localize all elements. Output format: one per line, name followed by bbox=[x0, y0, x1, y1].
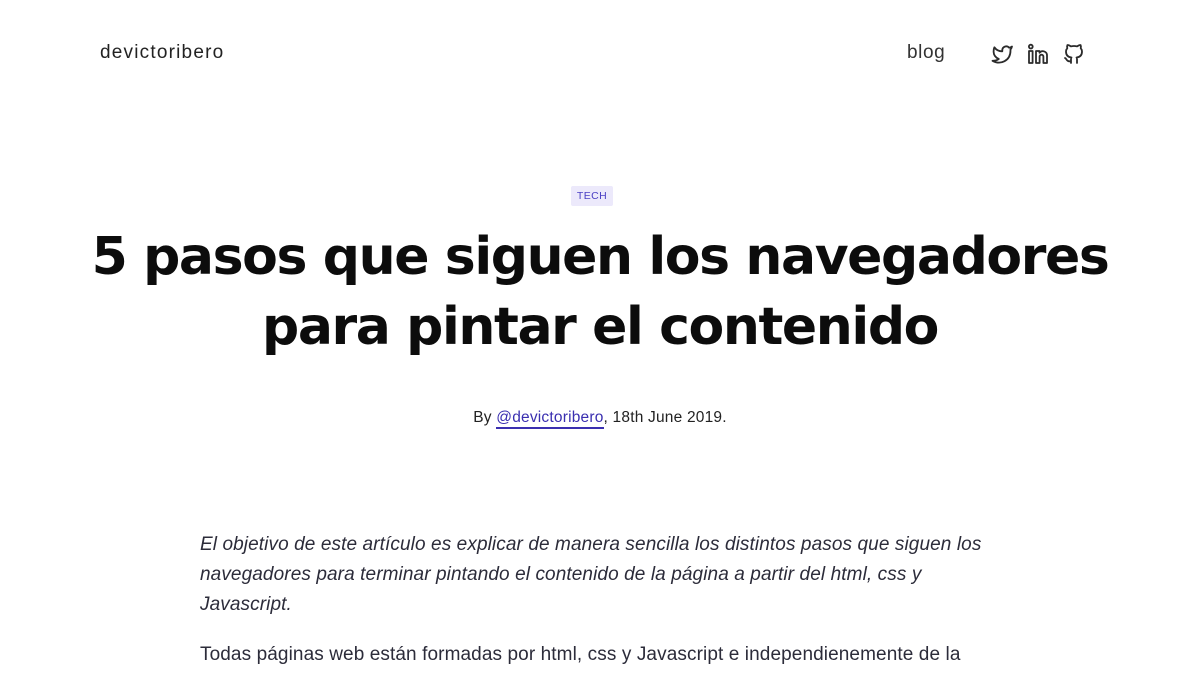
article-title-line-1: 5 pasos que siguen los navegadores bbox=[91, 227, 1110, 287]
author-link[interactable]: @devictoribero bbox=[496, 409, 604, 429]
linkedin-icon bbox=[1026, 42, 1050, 66]
category-tag[interactable]: TECH bbox=[571, 186, 613, 206]
site-header: devictoribero blog bbox=[0, 0, 1200, 110]
byline: By @devictoribero, 18th June 2019. bbox=[0, 409, 1200, 429]
nav-blog-link[interactable]: blog bbox=[907, 42, 945, 64]
article-title: 5 pasos que siguen los navegadores para … bbox=[0, 222, 1200, 362]
linkedin-link[interactable] bbox=[1026, 42, 1050, 66]
byline-prefix: By bbox=[473, 409, 492, 426]
article-intro: El objetivo de este artículo es explicar… bbox=[200, 534, 982, 615]
brand-logo-link[interactable]: devictoribero bbox=[100, 42, 224, 64]
twitter-link[interactable] bbox=[990, 42, 1014, 66]
github-icon bbox=[1062, 42, 1086, 66]
article-title-line-2: para pintar el contenido bbox=[262, 297, 939, 357]
github-link[interactable] bbox=[1062, 42, 1086, 66]
twitter-icon bbox=[990, 42, 1014, 66]
publish-date: , 18th June 2019. bbox=[603, 409, 727, 426]
article-paragraph: Todas páginas web están formadas por htm… bbox=[200, 644, 961, 665]
